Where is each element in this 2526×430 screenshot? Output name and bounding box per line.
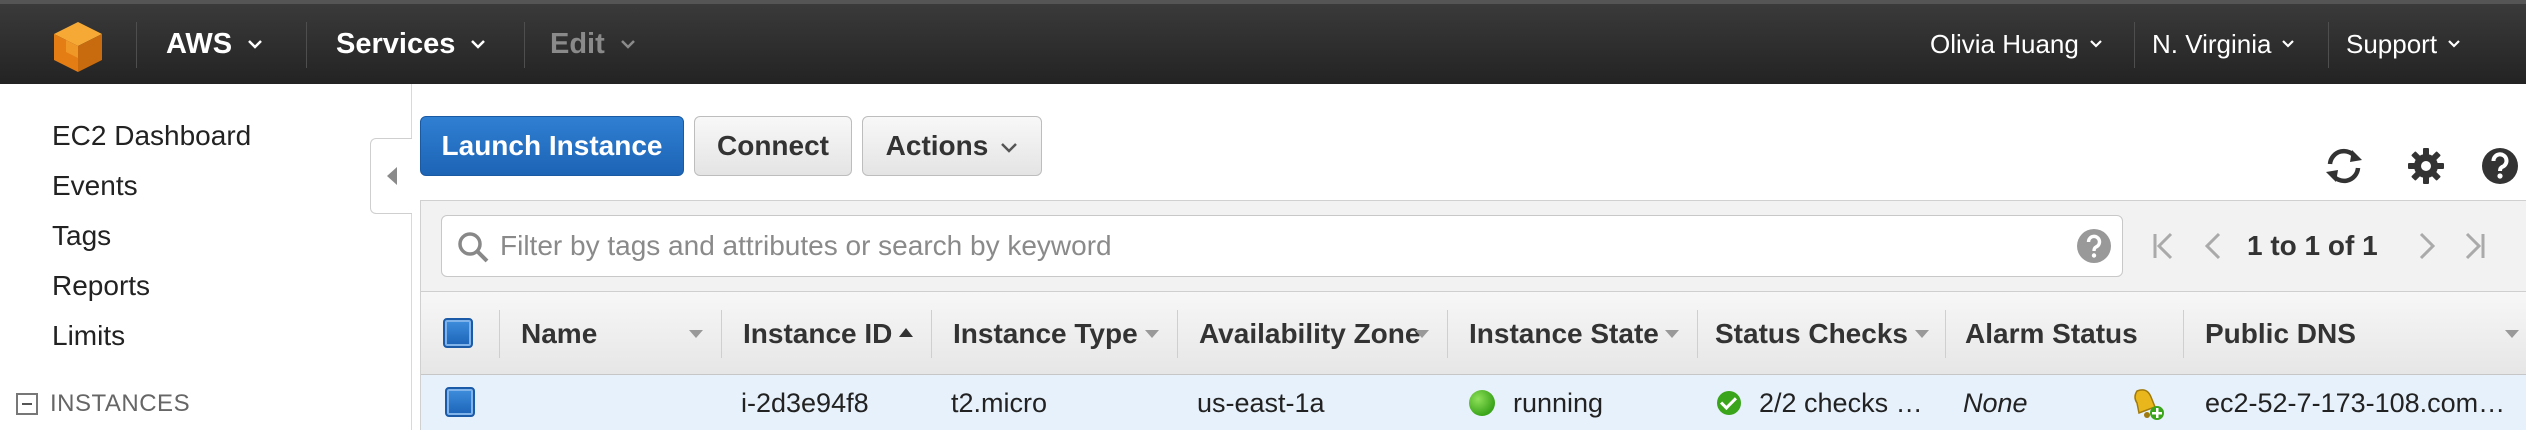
actions-button-label: Actions (885, 130, 989, 161)
cell-instance-id: i-2d3e94f8 (741, 387, 869, 418)
first-page-icon[interactable] (2149, 231, 2179, 261)
chevron-down-icon (2447, 37, 2461, 51)
support-menu[interactable]: Support (2346, 4, 2461, 84)
user-menu[interactable]: Olivia Huang (1930, 4, 2103, 84)
cell-public-dns: ec2-52-7-173-108.com… (2205, 387, 2506, 418)
chevron-down-icon (1000, 130, 1018, 162)
column-header-instance-state[interactable]: Instance State (1469, 292, 1659, 376)
edit-menu[interactable]: Edit (550, 4, 637, 84)
filter-help-icon[interactable] (2076, 228, 2112, 264)
cell-instance-type: t2.micro (951, 387, 1048, 418)
table-row[interactable]: i-2d3e94f8 t2.micro us-east-1a running 2… (421, 375, 2526, 430)
sidebar-item-reports[interactable]: Reports (52, 270, 150, 302)
launch-instance-button[interactable]: Launch Instance (420, 116, 684, 176)
last-page-icon[interactable] (2459, 231, 2489, 261)
previous-page-icon[interactable] (2199, 231, 2229, 261)
create-alarm-bell-icon[interactable] (2129, 385, 2167, 423)
chevron-left-icon (386, 167, 397, 185)
chevron-down-icon (246, 35, 264, 53)
collapse-icon[interactable] (16, 393, 38, 415)
running-status-icon (1469, 390, 1495, 416)
sidebar-item-events[interactable]: Events (52, 170, 138, 202)
sort-icon[interactable] (1915, 330, 1929, 338)
connect-button[interactable]: Connect (694, 116, 852, 176)
sidebar-toggle-button[interactable] (370, 138, 412, 214)
row-checkbox[interactable] (445, 387, 475, 417)
sidebar-item-ec2-dashboard[interactable]: EC2 Dashboard (52, 120, 251, 152)
column-header-alarm-status[interactable]: Alarm Status (1965, 292, 2138, 376)
column-header-name[interactable]: Name (521, 292, 597, 376)
instance-state-label: running (1513, 387, 1604, 418)
aws-menu-label: AWS (166, 27, 233, 60)
column-header-availability-zone[interactable]: Availability Zone (1199, 292, 1420, 376)
actions-button[interactable]: Actions (862, 116, 1042, 176)
column-header-public-dns[interactable]: Public DNS (2205, 292, 2356, 376)
chevron-down-icon (619, 35, 637, 53)
region-menu[interactable]: N. Virginia (2152, 4, 2295, 84)
chevron-down-icon (469, 35, 487, 53)
sidebar-item-limits[interactable]: Limits (52, 320, 125, 352)
column-header-instance-id[interactable]: Instance ID (743, 292, 892, 376)
sidebar-section-instances[interactable]: INSTANCES (16, 390, 190, 418)
sort-icon[interactable] (1665, 330, 1679, 338)
sidebar: EC2 Dashboard Events Tags Reports Limits… (0, 84, 412, 430)
user-menu-label: Olivia Huang (1930, 28, 2079, 59)
services-menu-label: Services (336, 27, 456, 60)
sort-icon[interactable] (1145, 330, 1159, 338)
next-page-icon[interactable] (2411, 231, 2441, 261)
cell-alarm-status: None (1963, 387, 2028, 418)
search-icon (458, 232, 489, 263)
instances-grid: 1 to 1 of 1 Name Instance ID Instance Ty… (420, 200, 2526, 430)
aws-menu[interactable]: AWS (166, 4, 264, 84)
chevron-down-icon (2089, 37, 2103, 51)
sort-ascending-icon[interactable] (899, 328, 913, 337)
column-header-status-checks[interactable]: Status Checks (1715, 292, 1908, 376)
sidebar-item-tags[interactable]: Tags (52, 220, 111, 252)
cell-instance-state: running (1469, 375, 1603, 430)
sidebar-section-label: INSTANCES (50, 390, 191, 417)
edit-menu-label: Edit (550, 27, 605, 60)
status-checks-label: 2/2 checks … (1759, 387, 1923, 418)
sort-icon[interactable] (689, 330, 703, 338)
pagination-text: 1 to 1 of 1 (2247, 230, 2378, 261)
sort-icon[interactable] (2505, 330, 2519, 338)
support-menu-label: Support (2346, 28, 2438, 59)
chevron-down-icon (2281, 37, 2295, 51)
region-menu-label: N. Virginia (2152, 28, 2272, 59)
gear-icon[interactable] (2404, 144, 2448, 188)
filter-box[interactable] (441, 215, 2123, 277)
help-icon[interactable] (2478, 144, 2522, 188)
aws-logo-icon[interactable] (44, 18, 112, 76)
table-header: Name Instance ID Instance Type Availabil… (421, 291, 2526, 375)
select-all-checkbox[interactable] (443, 318, 473, 348)
services-menu[interactable]: Services (336, 4, 487, 84)
top-navigation-bar: AWS Services Edit Olivia Huang N. Virgin… (0, 0, 2526, 84)
sort-icon[interactable] (1415, 330, 1429, 338)
column-header-instance-type[interactable]: Instance Type (953, 292, 1138, 376)
cell-availability-zone: us-east-1a (1197, 387, 1325, 418)
filter-input[interactable] (500, 216, 2040, 276)
refresh-icon[interactable] (2322, 144, 2366, 188)
checks-passed-icon (1717, 391, 1741, 415)
cell-status-checks: 2/2 checks … (1717, 375, 1923, 430)
